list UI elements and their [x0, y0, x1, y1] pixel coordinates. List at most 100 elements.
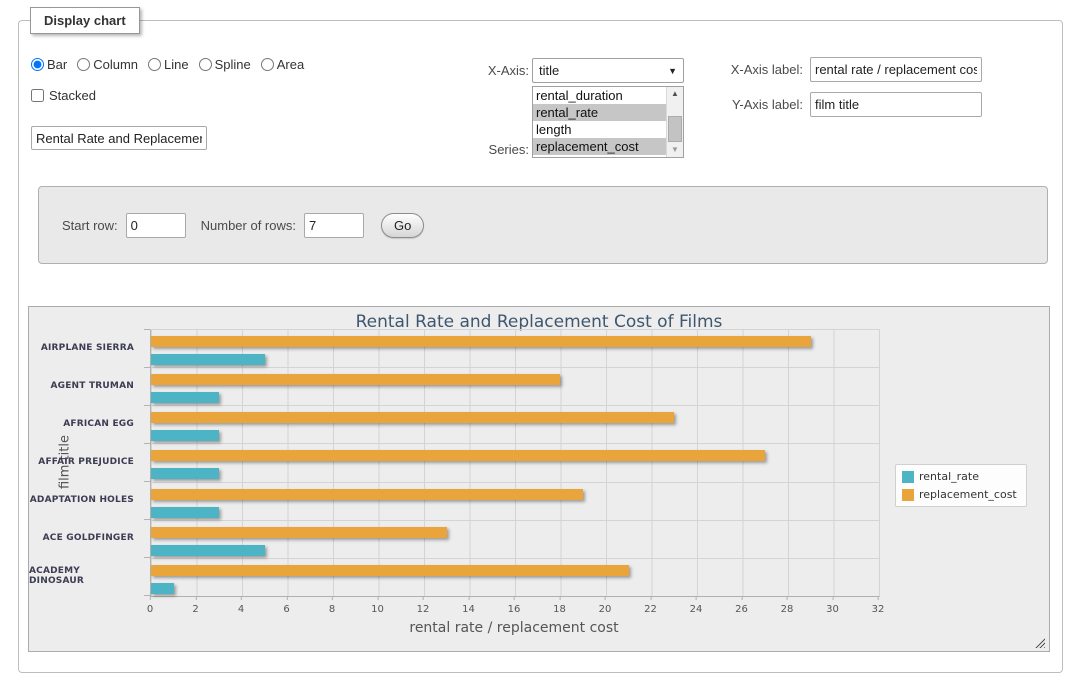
bar-replacement_cost[interactable]: [151, 489, 583, 500]
y-axis-tick-mark: [144, 557, 150, 558]
bar-rental_rate[interactable]: [151, 583, 174, 594]
x-axis-tick-label: 30: [826, 604, 839, 615]
x-axis-tick-label: 22: [644, 604, 657, 615]
series-options: rental_durationrental_ratelengthreplacem…: [533, 87, 666, 157]
y-axis-label-input[interactable]: [810, 92, 982, 117]
bar-replacement_cost[interactable]: [151, 336, 811, 347]
chart-container: Rental Rate and Replacement Cost of Film…: [28, 306, 1050, 652]
num-rows-input[interactable]: [304, 213, 364, 238]
legend-item-rental_rate[interactable]: rental_rate: [902, 470, 1017, 483]
x-axis-tick-label: 12: [417, 604, 430, 615]
bar-rental_rate[interactable]: [151, 468, 219, 479]
x-axis-label-label: X-Axis label:: [709, 62, 803, 77]
series-option-rental_rate[interactable]: rental_rate: [533, 104, 666, 121]
category-band: [151, 483, 879, 521]
category-axis-labels: AIRPLANE SIERRAAGENT TRUMANAFRICAN EGGAF…: [29, 329, 142, 595]
bar-replacement_cost[interactable]: [151, 450, 765, 461]
bar-rental_rate[interactable]: [151, 545, 265, 556]
x-axis-ticks: 02468101214161820222426283032: [150, 601, 878, 615]
y-axis-tick-mark: [144, 367, 150, 368]
x-axis-label-input[interactable]: [810, 57, 982, 82]
category-label: AIRPLANE SIERRA: [29, 329, 142, 367]
display-chart-fieldset: Display chart BarColumnLineSplineArea St…: [18, 20, 1063, 673]
x-axis-tick-label: 14: [462, 604, 475, 615]
go-button[interactable]: Go: [381, 213, 424, 238]
chart-type-option-label: Area: [277, 57, 304, 72]
category-label: ACADEMY DINOSAUR: [29, 557, 142, 595]
chart-legend: rental_rate replacement_cost: [895, 464, 1027, 507]
x-axis-tick-label: 18: [553, 604, 566, 615]
legend-swatch-replacement_cost: [902, 489, 914, 501]
bar-rental_rate[interactable]: [151, 392, 219, 403]
bar-rental_rate[interactable]: [151, 430, 219, 441]
category-label: ACE GOLDFINGER: [29, 519, 142, 557]
category-label: ADAPTATION HOLES: [29, 481, 142, 519]
chart-type-option-spline: Spline: [199, 57, 251, 72]
y-axis-tick-mark: [144, 405, 150, 406]
x-axis-tick-label: 0: [147, 604, 153, 615]
stacked-option: Stacked: [31, 88, 96, 103]
series-option-length[interactable]: length: [533, 121, 666, 138]
x-axis-tick-label: 32: [872, 604, 885, 615]
x-axis-title: rental rate / replacement cost: [150, 620, 878, 636]
category-label: AFFAIR PREJUDICE: [29, 443, 142, 481]
x-axis-tick-label: 24: [690, 604, 703, 615]
start-row-label: Start row:: [62, 218, 118, 233]
chart-resize-handle[interactable]: [1034, 637, 1045, 648]
bar-replacement_cost[interactable]: [151, 412, 674, 423]
chart-type-option-label: Line: [164, 57, 189, 72]
x-axis-select-label: X-Axis:: [449, 63, 529, 78]
scroll-up-icon[interactable]: ▲: [667, 87, 683, 101]
x-axis-select[interactable]: title ▼: [532, 58, 684, 83]
series-option-rental_duration[interactable]: rental_duration: [533, 87, 666, 104]
x-axis-tick-label: 28: [781, 604, 794, 615]
y-axis-tick-mark: [144, 595, 150, 596]
x-axis-tick-label: 10: [371, 604, 384, 615]
bar-replacement_cost[interactable]: [151, 527, 447, 538]
bar-replacement_cost[interactable]: [151, 565, 629, 576]
series-option-replacement_cost[interactable]: replacement_cost: [533, 138, 666, 155]
chart-type-radio-area[interactable]: [261, 58, 274, 71]
chevron-down-icon: ▼: [668, 66, 677, 76]
listbox-scrollbar[interactable]: ▲ ▼: [666, 87, 683, 157]
chart-title-input[interactable]: [31, 126, 207, 150]
legend-label: rental_rate: [919, 470, 979, 483]
chart-type-radio-line[interactable]: [148, 58, 161, 71]
scrollbar-thumb[interactable]: [668, 116, 682, 142]
series-select-label: Series:: [439, 142, 529, 157]
start-row-input[interactable]: [126, 213, 186, 238]
chart-type-option-label: Column: [93, 57, 138, 72]
chart-type-option-bar: Bar: [31, 57, 67, 72]
x-axis-tick-label: 6: [283, 604, 289, 615]
chart-type-radio-column[interactable]: [77, 58, 90, 71]
y-axis-tick-mark: [144, 481, 150, 482]
chart-type-option-column: Column: [77, 57, 138, 72]
y-axis-tick-mark: [144, 329, 150, 330]
x-axis-tick-label: 2: [192, 604, 198, 615]
chart-type-option-area: Area: [261, 57, 304, 72]
y-axis-tick-mark: [144, 519, 150, 520]
chart-type-option-line: Line: [148, 57, 189, 72]
x-axis-tick-label: 26: [735, 604, 748, 615]
category-band: [151, 521, 879, 559]
plot-area: [150, 329, 880, 597]
category-band: [151, 406, 879, 444]
legend-label: replacement_cost: [919, 488, 1017, 501]
stacked-checkbox[interactable]: [31, 89, 44, 102]
scroll-down-icon[interactable]: ▼: [667, 143, 683, 157]
row-range-panel: Start row: Number of rows: Go: [38, 186, 1048, 264]
bar-rental_rate[interactable]: [151, 354, 265, 365]
category-band: [151, 559, 879, 596]
x-axis-tick-label: 4: [238, 604, 244, 615]
x-axis-tick-label: 16: [508, 604, 521, 615]
bar-rental_rate[interactable]: [151, 507, 219, 518]
x-axis-tick-label: 20: [599, 604, 612, 615]
legend-item-replacement_cost[interactable]: replacement_cost: [902, 488, 1017, 501]
series-listbox[interactable]: rental_durationrental_ratelengthreplacem…: [532, 86, 684, 158]
chart-type-option-label: Bar: [47, 57, 67, 72]
chart-type-radio-spline[interactable]: [199, 58, 212, 71]
chart-type-radio-bar[interactable]: [31, 58, 44, 71]
bar-replacement_cost[interactable]: [151, 374, 560, 385]
x-axis-selected-value: title: [539, 63, 559, 78]
x-axis-tick-label: 8: [329, 604, 335, 615]
